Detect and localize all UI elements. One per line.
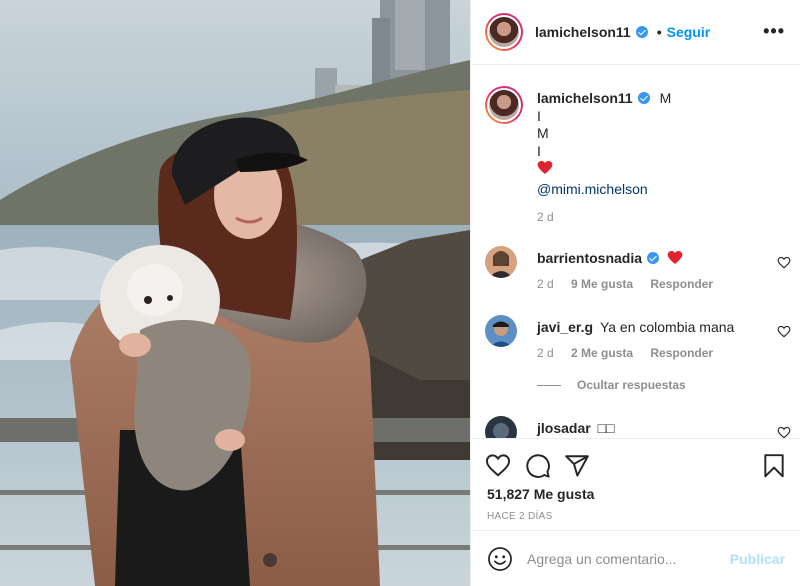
photo-illustration: [0, 0, 470, 586]
comment-likes-count[interactable]: 9 Me gusta: [571, 277, 633, 291]
likes-count[interactable]: 51,827 Me gusta: [487, 486, 594, 502]
add-comment-bar: Publicar: [471, 530, 800, 586]
post-photo[interactable]: [0, 0, 470, 586]
post-timestamp[interactable]: HACE 2 DÍAS: [487, 511, 553, 522]
replies-divider-line: [537, 384, 561, 386]
follow-button[interactable]: Seguir: [667, 24, 711, 40]
verified-badge-icon: [635, 26, 648, 38]
caption-line: I: [537, 142, 541, 159]
commenter-avatar[interactable]: [485, 246, 517, 278]
smiley-icon[interactable]: [487, 546, 513, 572]
red-heart-emoji-icon: [667, 250, 683, 266]
caption-line: M: [537, 125, 549, 141]
caption-line: M: [659, 90, 672, 106]
commenter-username[interactable]: javi_er.g: [537, 319, 593, 335]
post-actions: 51,827 Me gusta HACE 2 DÍAS: [471, 438, 800, 530]
like-comment-heart-icon[interactable]: [777, 256, 791, 270]
heart-icon[interactable]: [485, 453, 511, 479]
comment-likes-count[interactable]: 2 Me gusta: [571, 346, 633, 360]
caption-author-username[interactable]: lamichelson11: [537, 90, 633, 106]
comment-icon[interactable]: [525, 453, 551, 479]
verified-badge-icon: [637, 92, 650, 104]
like-comment-heart-icon[interactable]: [777, 325, 791, 339]
post-header: lamichelson11 • Seguir •••: [471, 0, 800, 65]
caption-timestamp[interactable]: 2 d: [537, 209, 671, 227]
instagram-post-modal: lamichelson11 • Seguir ••• lamichelson11…: [0, 0, 800, 586]
caption-line: I: [537, 107, 541, 124]
like-comment-heart-icon[interactable]: [777, 426, 791, 438]
post-side-panel: lamichelson11 • Seguir ••• lamichelson11…: [470, 0, 800, 586]
caption-author-avatar[interactable]: [485, 86, 523, 124]
separator-dot: •: [656, 24, 662, 40]
comments-scroll-area[interactable]: lamichelson11 M I M I @mimi.michelson 2 …: [471, 66, 800, 438]
bookmark-icon[interactable]: [761, 453, 787, 479]
author-avatar[interactable]: [485, 13, 523, 51]
comment-text: Ya en colombia mana: [599, 319, 735, 335]
red-heart-emoji-icon: [537, 160, 671, 181]
reply-button[interactable]: Responder: [650, 346, 713, 360]
caption-mention-link[interactable]: @mimi.michelson: [537, 181, 671, 199]
commenter-avatar[interactable]: [485, 416, 517, 438]
author-username[interactable]: lamichelson11: [535, 24, 631, 40]
more-horizontal-icon[interactable]: •••: [763, 22, 785, 40]
verified-badge-icon: [647, 252, 660, 264]
commenter-username[interactable]: barrientosnadia: [537, 250, 642, 266]
hide-replies-button[interactable]: Ocultar respuestas: [537, 378, 686, 392]
comment-timestamp[interactable]: 2 d: [537, 346, 554, 360]
comment-timestamp[interactable]: 2 d: [537, 277, 554, 291]
send-icon[interactable]: [564, 453, 590, 479]
reply-button[interactable]: Responder: [650, 277, 713, 291]
comment-text: □□: [597, 420, 615, 436]
post-comment-button[interactable]: Publicar: [730, 551, 785, 567]
comment-input[interactable]: [527, 550, 730, 567]
hide-replies-label: Ocultar respuestas: [577, 378, 686, 392]
commenter-username[interactable]: jlosadar: [537, 420, 591, 436]
commenter-avatar[interactable]: [485, 315, 517, 347]
